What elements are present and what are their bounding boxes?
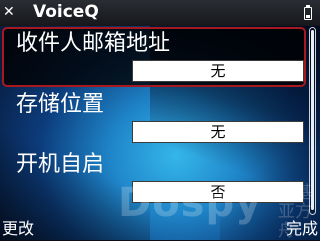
setting-item-recipient-email[interactable]: 收件人邮箱地址 无: [2, 27, 306, 87]
watermark-logo: Dospy: [118, 180, 263, 226]
setting-value-field[interactable]: 无: [132, 60, 304, 82]
battery-icon: [304, 5, 312, 20]
setting-value-field[interactable]: 无: [132, 121, 304, 143]
setting-label: 收件人邮箱地址: [16, 31, 171, 56]
setting-label: 开机自启: [16, 152, 105, 177]
app-title: VoiceQ: [33, 2, 99, 22]
right-softkey-done[interactable]: 完成: [286, 219, 318, 239]
setting-label: 存储位置: [16, 92, 105, 117]
close-icon[interactable]: ✕: [3, 3, 15, 21]
title-bar: ✕ VoiceQ: [0, 0, 320, 26]
left-softkey-change[interactable]: 更改: [2, 219, 34, 239]
setting-item-storage-location[interactable]: 存储位置 无: [2, 88, 306, 148]
